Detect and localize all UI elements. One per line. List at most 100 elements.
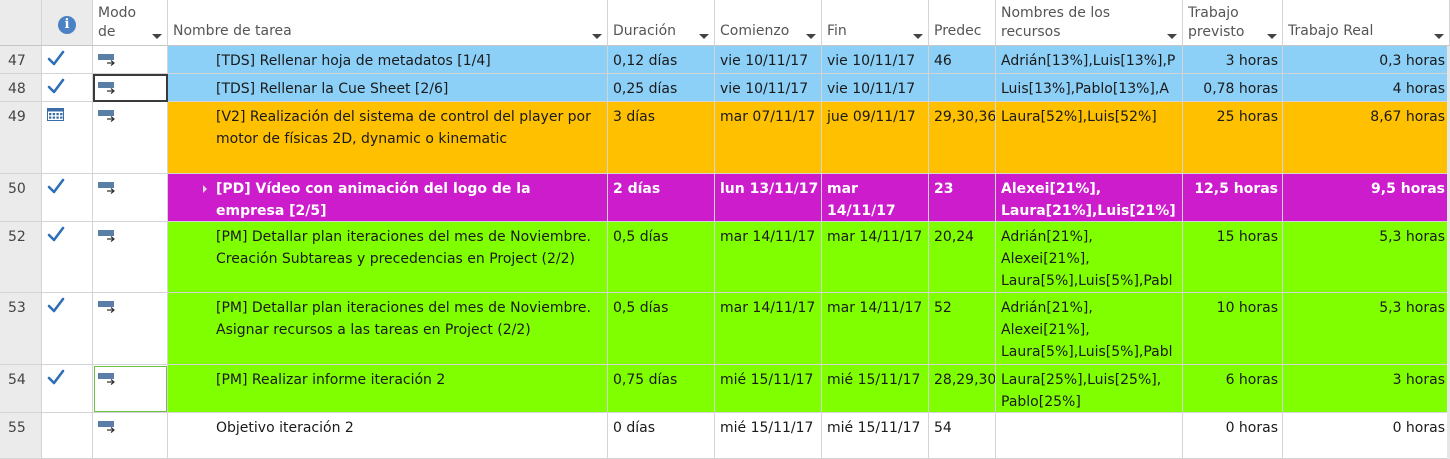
chevron-down-icon[interactable] xyxy=(592,34,602,39)
actual-work-cell[interactable]: 5,3 horas xyxy=(1283,222,1450,293)
predecessors-cell[interactable]: 29,30,36 xyxy=(929,102,996,174)
task-name-cell[interactable]: [TDS] Rellenar hoja de metadatos [1/4] xyxy=(168,46,608,74)
resources-cell[interactable]: Laura[52%],Luis[52%] xyxy=(996,102,1183,174)
duration-cell[interactable]: 0 días xyxy=(608,413,715,459)
column-header-work[interactable]: Trabajo previsto xyxy=(1183,0,1283,46)
work-cell[interactable]: 10 horas xyxy=(1183,293,1283,365)
finish-date-cell[interactable]: mié 15/11/17 xyxy=(822,365,929,413)
start-date-cell[interactable]: mié 15/11/17 xyxy=(715,365,822,413)
actual-work-cell[interactable]: 0,3 horas xyxy=(1283,46,1450,74)
column-header-indicators[interactable]: i xyxy=(42,0,93,46)
duration-cell[interactable]: 0,5 días xyxy=(608,293,715,365)
table-row[interactable]: 52 [PM] Detallar plan iteraciones del mes… xyxy=(0,222,1450,293)
table-row[interactable]: 55 Objetivo iteración 2 0 días mié 15/11/17… xyxy=(0,413,1450,459)
resources-cell[interactable]: Adrián[21%], Alexei[21%], Laura[5%],Luis… xyxy=(996,293,1183,365)
task-mode-cell[interactable] xyxy=(93,365,168,413)
column-header-start[interactable]: Comienzo xyxy=(715,0,822,46)
finish-date-cell[interactable]: mar 14/11/17 xyxy=(822,174,929,222)
work-cell[interactable]: 0 horas xyxy=(1183,413,1283,459)
table-row[interactable]: 47 [TDS] Rellenar hoja de metadatos [1/4]… xyxy=(0,46,1450,74)
task-mode-cell[interactable] xyxy=(93,174,168,222)
resources-cell[interactable]: Adrián[13%],Luis[13%],Pa xyxy=(996,46,1183,74)
task-name-cell[interactable]: [PM] Detallar plan iteraciones del mes d… xyxy=(168,222,608,293)
table-row[interactable]: 49 [V2] Realización del sistema de contro… xyxy=(0,102,1450,174)
finish-date-cell[interactable]: mar 14/11/17 xyxy=(822,222,929,293)
task-name-cell[interactable]: [PM] Realizar informe iteración 2 xyxy=(168,365,608,413)
column-header-duration[interactable]: Duración xyxy=(608,0,715,46)
predecessors-cell[interactable]: 28,29,30 xyxy=(929,365,996,413)
predecessors-cell[interactable] xyxy=(929,74,996,102)
finish-date-cell[interactable]: vie 10/11/17 xyxy=(822,46,929,74)
row-number[interactable]: 47 xyxy=(0,46,42,74)
chevron-down-icon[interactable] xyxy=(1267,34,1277,39)
row-number[interactable]: 49 xyxy=(0,102,42,174)
chevron-down-icon[interactable] xyxy=(913,34,923,39)
actual-work-cell[interactable]: 8,67 horas xyxy=(1283,102,1450,174)
column-header-actual-work[interactable]: Trabajo Real xyxy=(1283,0,1450,46)
row-number[interactable]: 55 xyxy=(0,413,42,459)
start-date-cell[interactable]: lun 13/11/17 xyxy=(715,174,822,222)
chevron-down-icon[interactable] xyxy=(806,34,816,39)
duration-cell[interactable]: 0,25 días xyxy=(608,74,715,102)
start-date-cell[interactable]: mar 07/11/17 xyxy=(715,102,822,174)
duration-cell[interactable]: 2 días xyxy=(608,174,715,222)
task-mode-cell[interactable] xyxy=(93,102,168,174)
row-number[interactable]: 53 xyxy=(0,293,42,365)
start-date-cell[interactable]: mié 15/11/17 xyxy=(715,413,822,459)
work-cell[interactable]: 3 horas xyxy=(1183,46,1283,74)
work-cell[interactable]: 12,5 horas xyxy=(1183,174,1283,222)
finish-date-cell[interactable]: vie 10/11/17 xyxy=(822,74,929,102)
task-mode-cell[interactable] xyxy=(93,222,168,293)
column-header-predecessors[interactable]: Predec xyxy=(929,0,996,46)
task-name-cell[interactable]: [V2] Realización del sistema de control … xyxy=(168,102,608,174)
start-date-cell[interactable]: vie 10/11/17 xyxy=(715,74,822,102)
duration-cell[interactable]: 0,12 días xyxy=(608,46,715,74)
column-header-name[interactable]: Nombre de tarea xyxy=(168,0,608,46)
expand-arrow-icon[interactable] xyxy=(203,185,207,193)
finish-date-cell[interactable]: jue 09/11/17 xyxy=(822,102,929,174)
resources-cell[interactable]: Laura[25%],Luis[25%], Pablo[25%] xyxy=(996,365,1183,413)
column-header-mode[interactable]: Modo de xyxy=(93,0,168,46)
predecessors-cell[interactable]: 52 xyxy=(929,293,996,365)
start-date-cell[interactable]: vie 10/11/17 xyxy=(715,46,822,74)
actual-work-cell[interactable]: 5,3 horas xyxy=(1283,293,1450,365)
column-header-resources[interactable]: Nombres de los recursos xyxy=(996,0,1183,46)
duration-cell[interactable]: 0,5 días xyxy=(608,222,715,293)
actual-work-cell[interactable]: 3 horas xyxy=(1283,365,1450,413)
duration-cell[interactable]: 0,75 días xyxy=(608,365,715,413)
start-date-cell[interactable]: mar 14/11/17 xyxy=(715,222,822,293)
row-number[interactable]: 52 xyxy=(0,222,42,293)
chevron-down-icon[interactable] xyxy=(1434,34,1444,39)
chevron-down-icon[interactable] xyxy=(152,34,162,39)
actual-work-cell[interactable]: 0 horas xyxy=(1283,413,1450,459)
task-mode-cell[interactable] xyxy=(93,413,168,459)
table-row[interactable]: 54 [PM] Realizar informe iteración 2 0,75 … xyxy=(0,365,1450,413)
table-row[interactable]: 48 [TDS] Rellenar la Cue Sheet [2/6] 0,25 … xyxy=(0,74,1450,102)
work-cell[interactable]: 25 horas xyxy=(1183,102,1283,174)
task-name-cell[interactable]: [TDS] Rellenar la Cue Sheet [2/6] xyxy=(168,74,608,102)
task-mode-cell[interactable] xyxy=(93,46,168,74)
resources-cell[interactable]: Alexei[21%], Laura[21%],Luis[21%] xyxy=(996,174,1183,222)
table-row[interactable]: 53 [PM] Detallar plan iteraciones del mes… xyxy=(0,293,1450,365)
row-number[interactable]: 50 xyxy=(0,174,42,222)
work-cell[interactable]: 15 horas xyxy=(1183,222,1283,293)
work-cell[interactable]: 6 horas xyxy=(1183,365,1283,413)
finish-date-cell[interactable]: mié 15/11/17 xyxy=(822,413,929,459)
chevron-down-icon[interactable] xyxy=(1167,34,1177,39)
task-mode-cell[interactable] xyxy=(93,293,168,365)
predecessors-cell[interactable]: 20,24 xyxy=(929,222,996,293)
actual-work-cell[interactable]: 4 horas xyxy=(1283,74,1450,102)
finish-date-cell[interactable]: mar 14/11/17 xyxy=(822,293,929,365)
predecessors-cell[interactable]: 23 xyxy=(929,174,996,222)
duration-cell[interactable]: 3 días xyxy=(608,102,715,174)
task-name-cell[interactable]: Objetivo iteración 2 xyxy=(168,413,608,459)
predecessors-cell[interactable]: 54 xyxy=(929,413,996,459)
resources-cell[interactable] xyxy=(996,413,1183,459)
chevron-down-icon[interactable] xyxy=(699,34,709,39)
column-header-finish[interactable]: Fin xyxy=(822,0,929,46)
resources-cell[interactable]: Adrián[21%], Alexei[21%], Laura[5%],Luis… xyxy=(996,222,1183,293)
predecessors-cell[interactable]: 46 xyxy=(929,46,996,74)
task-name-cell[interactable]: [PM] Detallar plan iteraciones del mes d… xyxy=(168,293,608,365)
task-name-cell[interactable]: [PD] Vídeo con animación del logo de la … xyxy=(168,174,608,222)
row-number[interactable]: 54 xyxy=(0,365,42,413)
